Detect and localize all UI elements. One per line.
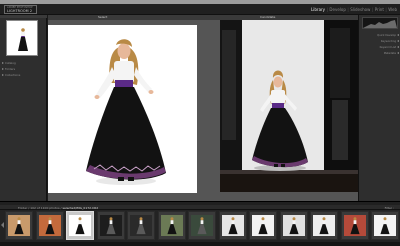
- module-slideshow[interactable]: Slideshow: [350, 7, 370, 12]
- panel-keywording[interactable]: Keywording: [361, 39, 399, 43]
- right-panel: Quick Develop Keywording Keyword List Me…: [358, 15, 400, 201]
- thumbnail-image: [374, 215, 396, 236]
- thumbnail-image: [282, 215, 305, 236]
- panel-quick-develop[interactable]: Quick Develop: [361, 33, 399, 37]
- filmstrip-thumbnail[interactable]: [5, 211, 33, 240]
- expand-triangle-icon: [397, 52, 399, 54]
- expand-triangle-icon: [2, 74, 4, 76]
- filmstrip-thumbnail[interactable]: [218, 211, 247, 240]
- thumbnail-figure: [319, 217, 329, 235]
- thumbnail-figure: [136, 217, 146, 235]
- filmstrip-thumbnail[interactable]: [66, 211, 94, 240]
- expand-triangle-icon: [2, 62, 4, 64]
- filmstrip-thumbnail[interactable]: [35, 211, 64, 240]
- module-library[interactable]: Library: [311, 7, 325, 12]
- navigator-preview-image: [18, 28, 28, 51]
- thumbnail-image: [160, 215, 183, 236]
- module-develop[interactable]: Develop: [329, 7, 345, 12]
- filmstrip-thumbnail[interactable]: [188, 211, 216, 240]
- navigator-preview[interactable]: [6, 20, 38, 56]
- thumbnail-image: [38, 215, 61, 236]
- filmstrip-scroll-left-icon[interactable]: [1, 222, 4, 228]
- candidate-label: Candidate: [260, 15, 276, 19]
- thumbnail-figure: [380, 217, 390, 235]
- panel-metadata[interactable]: Metadata: [361, 51, 399, 55]
- filmstrip-filter[interactable]: Filter :: [385, 206, 394, 210]
- thumbnail-figure: [166, 217, 177, 235]
- filmstrip-thumbnail[interactable]: [310, 211, 338, 240]
- current-file-name: selected/IMG_0172.CR2: [62, 205, 99, 210]
- candidate-photo-image: [220, 20, 358, 192]
- expand-triangle-icon: [397, 40, 399, 42]
- logo-line-bottom: LIGHTROOM 2: [7, 9, 33, 13]
- thumbnail-image: [221, 215, 244, 236]
- histogram: [362, 17, 398, 29]
- thumbnail-figure: [288, 217, 299, 235]
- thumbnail-image: [8, 215, 30, 236]
- thumbnail-image: [252, 215, 274, 236]
- thumbnail-figure: [258, 217, 268, 235]
- expand-triangle-icon: [397, 46, 399, 48]
- module-print[interactable]: Print: [375, 7, 384, 12]
- filmstrip-thumbnail[interactable]: [371, 211, 399, 240]
- thumbnail-image: [313, 215, 335, 236]
- select-photo-image: [86, 39, 166, 185]
- thumbnail-figure: [14, 217, 24, 235]
- thumbnail-image: [130, 215, 152, 236]
- thumbnail-figure: [105, 217, 116, 235]
- expand-triangle-icon: [397, 34, 399, 36]
- module-web[interactable]: Web: [388, 7, 397, 12]
- filmstrip-thumbnail[interactable]: [96, 211, 125, 240]
- filmstrip-thumbnail[interactable]: [127, 211, 155, 240]
- thumbnail-image: [191, 215, 213, 236]
- thumbnail-figure: [75, 217, 85, 235]
- thumbnail-image: [99, 215, 122, 236]
- thumbnail-figure: [227, 217, 238, 235]
- panel-keyword-list[interactable]: Keyword List: [361, 45, 399, 49]
- panel-folders[interactable]: Folders: [2, 67, 45, 71]
- filmstrip-thumbnail[interactable]: [340, 211, 369, 240]
- panel-collections[interactable]: Collections: [2, 73, 45, 77]
- select-label: Select: [98, 15, 108, 19]
- filmstrip-source[interactable]: Folder / 102 of 1100 photos / selected/I…: [18, 206, 98, 210]
- left-panel: Catalog Folders Collections: [0, 15, 47, 201]
- expand-triangle-icon: [2, 68, 4, 70]
- select-photo[interactable]: [48, 25, 197, 193]
- compare-view: Select Candidate: [48, 15, 358, 201]
- thumbnail-image: [343, 215, 366, 236]
- histogram-graph: [363, 20, 397, 28]
- module-bar: ADOBE PHOTOSHOP LIGHTROOM 2 Library | De…: [0, 4, 400, 15]
- filmstrip-thumbnail[interactable]: [249, 211, 277, 240]
- filmstrip-thumbnail[interactable]: [157, 211, 186, 240]
- app-logo: ADOBE PHOTOSHOP LIGHTROOM 2: [4, 5, 37, 14]
- navigator-header[interactable]: [0, 15, 47, 18]
- module-picker: Library | Develop | Slideshow | Print | …: [311, 7, 397, 12]
- thumbnail-figure: [197, 217, 207, 235]
- panel-catalog[interactable]: Catalog: [2, 61, 45, 65]
- candidate-photo[interactable]: [220, 20, 358, 192]
- thumbnail-figure: [349, 217, 360, 235]
- status-bar: [0, 242, 400, 246]
- thumbnail-image: [69, 215, 91, 236]
- filmstrip: [0, 210, 400, 242]
- thumbnail-figure: [44, 217, 55, 235]
- filmstrip-thumbnail[interactable]: [279, 211, 308, 240]
